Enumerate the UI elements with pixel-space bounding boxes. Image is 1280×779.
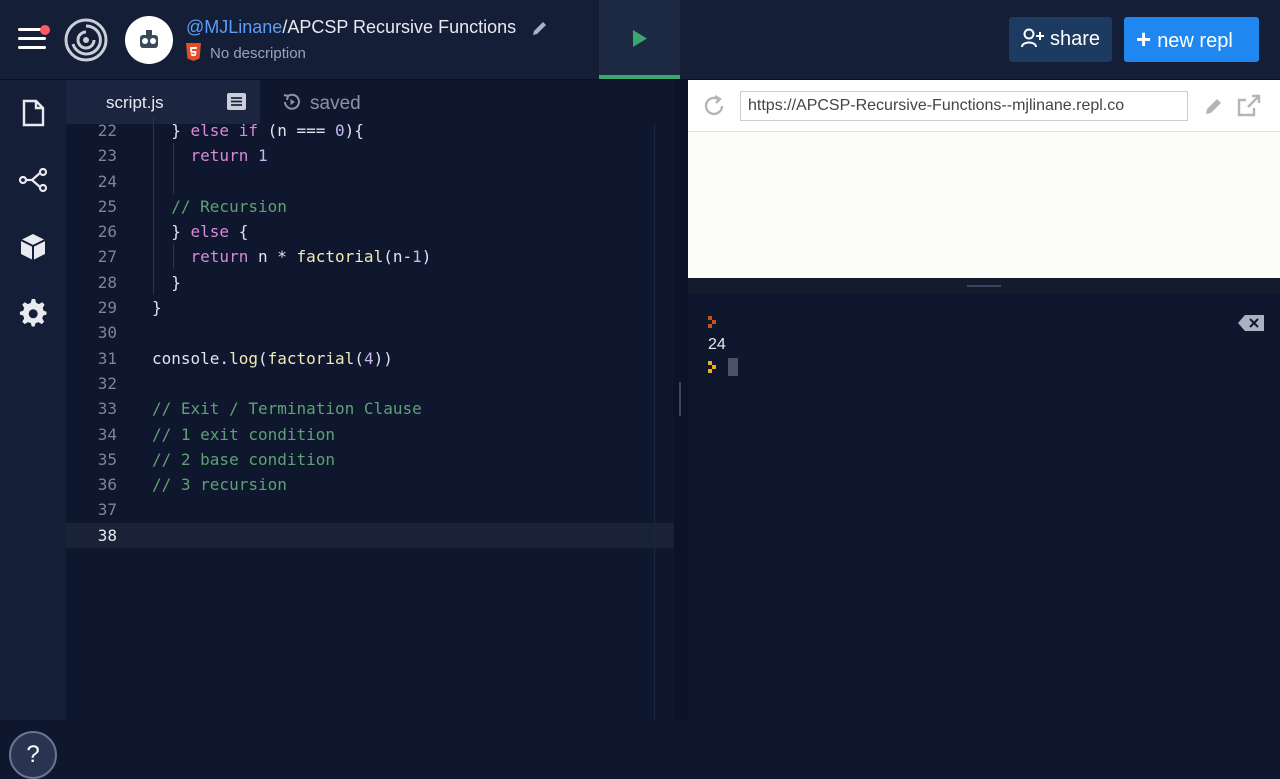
code-line[interactable]: 30 (66, 320, 674, 345)
editor-scroll-ruler (654, 124, 655, 720)
play-icon (633, 30, 647, 47)
code-text[interactable]: // Exit / Termination Clause (152, 396, 422, 421)
code-line[interactable]: 28 } (66, 270, 674, 295)
plus-icon: + (1136, 24, 1152, 54)
code-line[interactable]: 22 } else if (n === 0){ (66, 118, 674, 143)
code-line[interactable]: 27 return n * factorial(n-1) (66, 244, 674, 269)
code-line[interactable]: 34 // 1 exit condition (66, 422, 674, 447)
description-text: No description (210, 45, 306, 62)
code-text[interactable]: } else if (n === 0){ (152, 118, 364, 143)
file-format-icon[interactable] (227, 93, 246, 110)
line-number: 28 (97, 272, 117, 292)
new-repl-button[interactable]: + new repl (1124, 17, 1259, 62)
reload-icon[interactable] (702, 94, 726, 118)
code-line[interactable]: 23 return 1 (66, 143, 674, 168)
notification-dot (40, 25, 50, 35)
console[interactable]: 24 (688, 294, 1280, 720)
line-number: 34 (97, 424, 117, 444)
run-button[interactable] (599, 0, 680, 79)
code-lines[interactable]: 22 } else if (n === 0){23 return 1 24 25 /… (66, 118, 674, 549)
line-number: 35 (97, 449, 117, 469)
history-icon[interactable] (282, 92, 302, 112)
line-number: 27 (97, 247, 117, 267)
horizontal-pane-divider[interactable] (688, 278, 1280, 294)
edit-url-icon[interactable] (1204, 96, 1224, 116)
console-output: 24 (708, 336, 726, 353)
code-line[interactable]: 32 (66, 371, 674, 396)
code-line[interactable]: 25 // Recursion (66, 194, 674, 219)
code-line[interactable]: 35 // 2 base condition (66, 447, 674, 472)
web-preview: https://APCSP-Recursive-Functions--mjlin… (688, 80, 1280, 278)
code-line[interactable]: 29} (66, 295, 674, 320)
indent-guide (173, 244, 174, 269)
code-line[interactable]: 37 (66, 497, 674, 522)
code-text[interactable]: } (152, 270, 181, 295)
line-number: 23 (97, 146, 117, 166)
code-text[interactable]: // 2 base condition (152, 447, 335, 472)
code-text[interactable]: // 3 recursion (152, 472, 287, 497)
clear-console-icon[interactable] (1238, 315, 1264, 331)
line-number: 29 (97, 298, 117, 318)
line-number: 26 (97, 222, 117, 242)
line-number: 37 (97, 500, 117, 520)
replit-logo-icon[interactable] (64, 18, 108, 62)
code-text[interactable]: } (152, 295, 162, 320)
prompt-icon (708, 316, 716, 328)
menu-icon[interactable] (18, 25, 50, 50)
left-sidebar: ? (0, 80, 66, 779)
code-line[interactable]: 33 // Exit / Termination Clause (66, 396, 674, 421)
user-avatar[interactable] (125, 16, 173, 64)
code-line[interactable]: 26 } else { (66, 219, 674, 244)
open-in-new-tab-icon[interactable] (1236, 94, 1262, 118)
line-number: 24 (97, 171, 117, 191)
preview-url-input[interactable]: https://APCSP-Recursive-Functions--mjlin… (740, 91, 1188, 121)
code-text[interactable]: console.log(factorial(4)) (152, 346, 393, 371)
repl-description[interactable]: No description (186, 43, 306, 62)
divider-grip[interactable] (967, 285, 1001, 287)
save-status-text: saved (310, 93, 361, 114)
share-button[interactable]: share (1009, 17, 1112, 62)
help-button[interactable]: ? (9, 731, 57, 779)
indent-guide (173, 143, 174, 194)
top-bar: @MJLinane/APCSP Recursive Functions No d… (0, 0, 1280, 80)
preview-url-bar: https://APCSP-Recursive-Functions--mjlin… (688, 80, 1280, 132)
code-line[interactable]: 24 (66, 169, 674, 194)
edit-pencil-icon[interactable] (531, 19, 549, 37)
files-icon[interactable] (18, 98, 48, 128)
line-number: 38 (97, 525, 117, 545)
line-number: 36 (97, 475, 117, 495)
line-number: 25 (97, 196, 117, 216)
add-user-icon (1021, 28, 1044, 48)
code-line[interactable]: 38 (66, 522, 674, 549)
packages-icon[interactable] (18, 232, 48, 262)
line-number: 31 (97, 348, 117, 368)
console-cursor (728, 358, 738, 376)
html5-icon (186, 43, 201, 61)
line-number: 22 (97, 121, 117, 140)
version-control-icon[interactable] (18, 165, 48, 195)
settings-icon[interactable] (18, 299, 48, 329)
prompt-icon (708, 361, 716, 373)
indent-guide (153, 118, 154, 295)
share-label: share (1050, 28, 1101, 50)
vertical-pane-divider[interactable] (674, 80, 688, 720)
code-editor[interactable]: script.js saved 22 } else if (n === 0){2… (66, 80, 674, 720)
code-line[interactable]: 31 console.log(factorial(4)) (66, 346, 674, 371)
tab-label: script.js (106, 93, 164, 112)
line-number: 30 (97, 323, 117, 343)
code-line[interactable]: 36 // 3 recursion (66, 472, 674, 497)
divider-grip[interactable] (679, 382, 681, 416)
repl-name[interactable]: APCSP Recursive Functions (287, 17, 516, 37)
code-text[interactable]: } else { (152, 219, 248, 244)
code-text[interactable]: return n * factorial(n-1) (152, 244, 432, 269)
code-text[interactable]: return 1 (152, 143, 268, 168)
code-text[interactable]: // 1 exit condition (152, 422, 335, 447)
line-number: 32 (97, 373, 117, 393)
repl-owner-link[interactable]: @MJLinane (186, 17, 282, 37)
save-status: saved (282, 92, 361, 115)
code-text[interactable]: // Recursion (152, 194, 287, 219)
repl-title: @MJLinane/APCSP Recursive Functions (186, 17, 549, 38)
line-number: 33 (97, 399, 117, 419)
new-repl-label: new repl (1157, 30, 1233, 52)
